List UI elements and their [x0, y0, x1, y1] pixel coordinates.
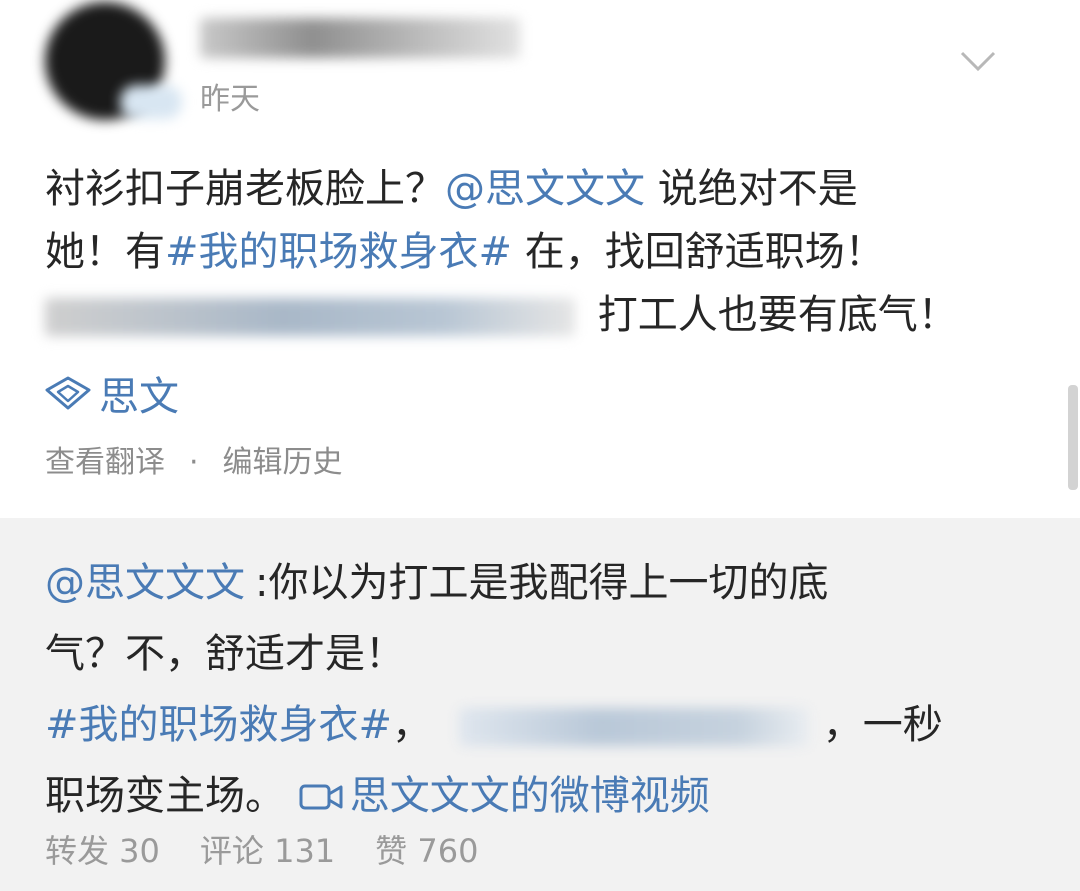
post-actions: 查看翻译 · 编辑历史 — [45, 438, 343, 488]
redacted-text — [458, 708, 809, 746]
mention-link[interactable]: @思文文文 — [445, 166, 645, 212]
repost-block[interactable]: @思文文文:你以为打工是我配得上一切的底 气？不，舒适才是！ #我的职场救身衣#… — [0, 518, 1080, 891]
like-count[interactable]: 赞 760 — [375, 832, 478, 870]
separator-dot: · — [189, 445, 199, 480]
repost-line-1: @思文文文:你以为打工是我配得上一切的底 — [45, 548, 1055, 619]
redacted-text — [45, 298, 575, 336]
repost-line-2: 气？不，舒适才是！ — [45, 631, 405, 677]
hashtag-link[interactable]: #我的职场救身衣# — [165, 229, 512, 275]
repost-count[interactable]: 转发 30 — [45, 832, 160, 870]
text-segment: ，一秒 — [822, 702, 943, 748]
text-segment: 说绝对不是 — [645, 166, 858, 212]
translate-link[interactable]: 查看翻译 — [45, 445, 165, 480]
video-link-label: 思文文文的微博视频 — [349, 773, 710, 819]
text-segment: 打工人也要有底气！ — [597, 292, 958, 338]
text-segment: 衬衫扣子崩老板脸上？ — [45, 166, 445, 212]
text-segment: 在，找回舒适职场！ — [512, 229, 885, 275]
video-link[interactable]: 思文文文的微博视频 — [298, 773, 710, 819]
post-line-1: 衬衫扣子崩老板脸上？@思文文文 说绝对不是 — [45, 158, 1045, 221]
repost-stats: 转发 30 评论 131 赞 760 — [45, 828, 518, 874]
post-line-2: 她！有#我的职场救身衣# 在，找回舒适职场！ — [45, 221, 1045, 284]
text-segment: 职场变主场。 — [45, 773, 285, 819]
repost-line-4: 职场变主场。 思文文文的微博视频 — [45, 761, 1055, 832]
avatar-badge — [120, 85, 182, 119]
text-segment: :你以为打工是我配得上一切的底 — [255, 560, 829, 606]
diamond-icon — [45, 376, 91, 410]
username[interactable] — [200, 18, 520, 58]
text-segment: ， — [392, 702, 433, 748]
chevron-down-icon[interactable] — [958, 45, 998, 75]
video-icon — [299, 784, 343, 810]
source-label: 思文 — [99, 374, 179, 420]
post-time: 昨天 — [200, 82, 260, 117]
repost-text: @思文文文:你以为打工是我配得上一切的底 气？不，舒适才是！ #我的职场救身衣#… — [45, 548, 1055, 832]
comment-count[interactable]: 评论 131 — [200, 832, 335, 870]
text-segment: 她！有 — [45, 229, 165, 275]
post-line-3: 打工人也要有底气！ — [45, 284, 1045, 347]
edit-history-link[interactable]: 编辑历史 — [223, 445, 343, 480]
scrollbar-thumb[interactable] — [1068, 385, 1078, 490]
repost-line-3: #我的职场救身衣#， ，一秒 — [45, 690, 1055, 761]
post-text: 衬衫扣子崩老板脸上？@思文文文 说绝对不是 她！有#我的职场救身衣# 在，找回舒… — [45, 158, 1045, 347]
mention-link[interactable]: @思文文文 — [45, 560, 245, 606]
source-tag[interactable]: 思文 — [45, 364, 179, 422]
hashtag-link[interactable]: #我的职场救身衣# — [45, 702, 392, 748]
